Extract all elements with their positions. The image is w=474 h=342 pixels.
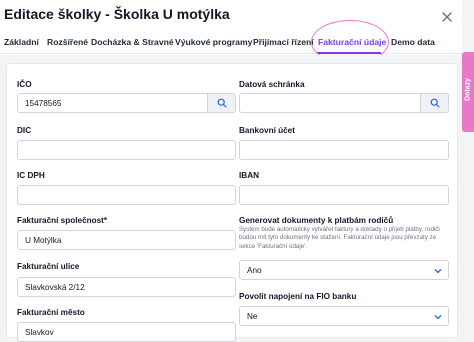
fakturacni-ulice-input[interactable]: Slavkovská 2/12 [17,277,236,297]
close-icon[interactable] [440,10,454,24]
fakturacni-mesto-value: Slavkov [25,328,54,337]
ico-value: 15478565 [25,99,62,108]
tab-demo-data[interactable]: Demo data [391,37,435,47]
generovat-label: Generovat dokumenty k platbám rodičů [239,216,394,225]
fio-select[interactable]: Ne [239,306,449,326]
ic-dph-label: IC DPH [17,171,45,180]
tab-vyukove-programy[interactable]: Výukové programy [175,37,252,47]
chevron-down-icon [434,315,442,320]
fakturacni-mesto-label: Fakturační město [17,308,85,317]
datova-schranka-label: Datová schránka [239,80,305,89]
dic-input[interactable] [17,140,236,160]
search-icon [430,98,440,108]
chevron-down-icon [434,269,442,274]
ico-input[interactable]: 15478565 [17,93,236,113]
tab-zakladni[interactable]: Základní [4,37,39,47]
fio-label: Povolit napojení na FIO banku [239,292,357,301]
dotazy-label: Dotazy [464,78,472,101]
dotazy-side-tab[interactable]: Dotazy [462,52,474,132]
iban-label: IBAN [239,171,260,180]
fakturacni-ulice-label: Fakturační ulice [17,262,80,271]
datova-schranka-input[interactable] [239,93,449,113]
generovat-help-text: Systém bude automaticky vytvářet faktury… [239,226,440,250]
page-background-strip [462,132,474,334]
tab-rozsirene[interactable]: Rozšířené [47,37,88,47]
tab-dochazka-stravne[interactable]: Docházka & Stravné [91,37,174,47]
modal-body: IČO 15478565 Datová schránka DIC Bankovn… [0,55,462,342]
fakturacni-spolecnost-label: Fakturační společnost* [17,216,108,225]
bankovni-ucet-label: Bankovní účet [239,126,295,135]
bankovni-ucet-input[interactable] [239,140,449,160]
generovat-value: Ano [247,266,262,275]
fakturacni-spolecnost-input[interactable]: U Motýlka [17,230,236,250]
tab-prijimaci-rizeni[interactable]: Přijímací řízení [253,37,314,47]
modal-header: Editace školky - Školka U motýlka [0,0,462,30]
ico-label: IČO [17,80,32,89]
tab-bar: Základní Rozšířené Docházka & Stravné Vý… [0,30,462,54]
fio-value: Ne [247,312,258,321]
ic-dph-input[interactable] [17,185,236,205]
dic-label: DIC [17,126,32,135]
search-icon [217,98,227,108]
edit-modal: Editace školky - Školka U motýlka Základ… [0,0,462,342]
ico-search-button[interactable] [207,94,235,112]
fakturacni-ulice-value: Slavkovská 2/12 [25,283,85,292]
datova-schranka-search-button[interactable] [420,94,448,112]
fakturacni-spolecnost-value: U Motýlka [25,236,62,245]
iban-input[interactable] [239,185,449,205]
billing-form-card: IČO 15478565 Datová schránka DIC Bankovn… [6,63,458,342]
page-title: Editace školky - Školka U motýlka [4,6,230,22]
fakturacni-mesto-input[interactable]: Slavkov [17,322,236,342]
generovat-select[interactable]: Ano [239,260,449,280]
